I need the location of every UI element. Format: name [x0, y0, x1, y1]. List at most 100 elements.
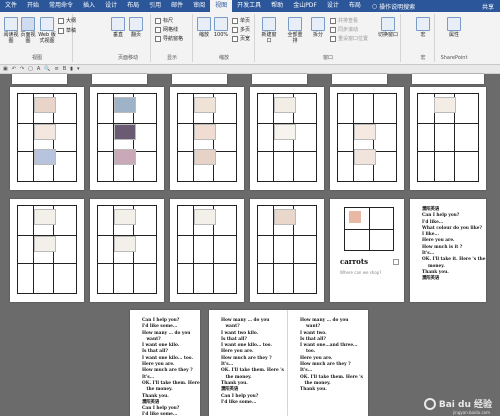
tab-2[interactable]: 常用命令	[44, 0, 78, 12]
new-doc-icon[interactable]: ▢	[28, 66, 33, 72]
page-thumbnail[interactable]	[92, 74, 147, 84]
undo-icon[interactable]: ↶	[12, 66, 16, 72]
read-mode-button[interactable]: 阅读视图	[3, 17, 19, 44]
tab-13[interactable]: 设计	[322, 0, 344, 12]
tab-12[interactable]: 金山PDF	[288, 0, 322, 12]
print-layout-button[interactable]: 页面视图	[20, 17, 36, 44]
baidu-jingyan-watermark: Bai du 经验	[423, 397, 492, 410]
tab-1[interactable]: 开始	[22, 0, 44, 12]
tab-10[interactable]: 开发工具	[232, 0, 266, 12]
save-icon[interactable]: ▣	[3, 66, 8, 72]
image-thumbnail	[34, 97, 56, 113]
page-thumbnail[interactable]	[412, 74, 484, 84]
tab-5[interactable]: 布局	[122, 0, 144, 12]
properties-button[interactable]: 属性	[446, 17, 462, 38]
ribbon-tab-bar: 文件 开始 常用命令 插入 设计 布局 引用 邮件 审阅 视图 开发工具 帮助 金山PDF 设计 布局 ○ 操作…	[0, 0, 500, 12]
page-icon	[21, 17, 35, 31]
page-thumbnail[interactable]: How many ... do you want? I want two. Is…	[288, 310, 368, 416]
tell-me-label: 操作说明搜索	[379, 3, 416, 11]
image-thumbnail	[114, 149, 136, 165]
page-thumbnail[interactable]: Can I help you? I'd like some... How man…	[130, 310, 200, 416]
image-thumbnail	[194, 124, 216, 140]
multiple-pages-button[interactable]: 多页	[232, 26, 250, 33]
page-thumbnail[interactable]: How many ... do you want? I want two kil…	[209, 310, 289, 416]
page-thumbnail[interactable]	[252, 74, 307, 84]
dialogue-text: 濮阳英语 Can I help you? I'd like... What co…	[422, 207, 486, 282]
zoom-icon[interactable]: 🔍	[44, 66, 50, 72]
image-thumbnail	[354, 124, 376, 140]
ruler-checkbox[interactable]: 标尺	[155, 17, 173, 24]
zoom-button[interactable]: 缩放	[196, 17, 212, 38]
carrots-subtitle: Where can we shop?	[340, 270, 382, 275]
page-thumbnail[interactable]	[332, 74, 387, 84]
draft-button[interactable]: 草稿	[58, 27, 76, 34]
layout-options-icon[interactable]	[393, 259, 399, 265]
bold-icon[interactable]: B	[63, 66, 66, 72]
tab-14[interactable]: 布局	[344, 0, 366, 12]
page-move-group: 垂直 翻页 页面移动	[106, 14, 151, 62]
redo-icon[interactable]: ↷	[20, 66, 24, 72]
arrange-all-button[interactable]: 全部重排	[286, 17, 304, 44]
image-thumbnail	[34, 149, 56, 165]
sharepoint-group-label: SharePoint	[440, 55, 468, 61]
reset-position-button[interactable]: 重设窗口位置	[330, 35, 368, 42]
page-thumbnail[interactable]	[90, 87, 164, 190]
image-thumbnail	[114, 97, 136, 113]
page-thumbnail[interactable]	[10, 87, 84, 190]
sync-scroll-icon	[330, 26, 336, 33]
page-thumbnail[interactable]	[250, 199, 324, 302]
image-thumbnail	[274, 97, 296, 113]
tab-6[interactable]: 引用	[144, 0, 166, 12]
book-icon	[4, 17, 18, 31]
tab-11[interactable]: 帮助	[266, 0, 288, 12]
vertical-pages-icon	[111, 17, 125, 31]
arrange-icon	[288, 17, 302, 31]
tab-8[interactable]: 审阅	[188, 0, 210, 12]
vertical-button[interactable]: 垂直	[110, 17, 126, 38]
tab-0[interactable]: 文件	[0, 0, 22, 12]
page-thumbnail[interactable]	[170, 87, 244, 190]
tab-7[interactable]: 邮件	[166, 0, 188, 12]
list-icon[interactable]: ≡	[55, 66, 59, 72]
image-thumbnail	[34, 124, 56, 140]
one-page-button[interactable]: 单页	[232, 17, 250, 24]
page-thumbnail[interactable]	[12, 74, 67, 84]
tab-3[interactable]: 插入	[78, 0, 100, 12]
web-layout-button[interactable]: Web 版式视图	[38, 17, 56, 44]
page-thumbnail[interactable]	[90, 199, 164, 302]
page-thumbnail[interactable]	[172, 74, 227, 84]
image-thumbnail	[114, 209, 136, 225]
image-thumbnail	[194, 97, 216, 113]
page-thumbnail[interactable]	[410, 87, 486, 190]
nav-pane-checkbox[interactable]: 导航窗格	[155, 35, 183, 42]
split-button[interactable]: 拆分	[310, 17, 326, 38]
tab-4[interactable]: 设计	[100, 0, 122, 12]
page-thumbnail[interactable]: carrots Where can we shop?	[330, 199, 404, 302]
page-width-button[interactable]: 页宽	[232, 35, 250, 42]
page-thumbnail[interactable]	[170, 199, 244, 302]
new-window-button[interactable]: 新建窗口	[260, 17, 278, 44]
tell-me-search[interactable]: ○ 操作说明搜索	[372, 2, 415, 11]
draft-icon	[58, 27, 64, 34]
share-button[interactable]: 共享	[482, 2, 500, 11]
page-thumbnail[interactable]	[250, 87, 324, 190]
side-by-side-button[interactable]: 并排查看	[330, 17, 358, 24]
zoom-100-button[interactable]: 100%	[213, 17, 229, 38]
tab-9[interactable]: 视图	[210, 0, 233, 12]
page-thumbnail[interactable]	[10, 199, 84, 302]
outline-button[interactable]: 大纲	[58, 17, 76, 24]
switch-windows-button[interactable]: 切换窗口	[378, 17, 398, 38]
sync-scroll-button[interactable]: 同步滚动	[330, 26, 358, 33]
customize-icon[interactable]: ▾	[77, 66, 80, 72]
format-icon[interactable]: A	[37, 66, 40, 72]
split-icon	[311, 17, 325, 31]
window-group-label: 窗口	[322, 55, 333, 61]
gridlines-checkbox[interactable]: 网格线	[155, 26, 178, 33]
page-thumbnail[interactable]: 濮阳英语 Can I help you? I'd like... What co…	[410, 199, 486, 302]
side-to-side-button[interactable]: 翻页	[128, 17, 144, 38]
color-icon[interactable]: ▮	[70, 66, 73, 72]
page-thumbnail[interactable]	[330, 87, 404, 190]
macro-group: 宏 宏	[412, 14, 435, 62]
lightbulb-icon: ○	[371, 2, 378, 10]
macro-button[interactable]: 宏	[415, 17, 431, 38]
